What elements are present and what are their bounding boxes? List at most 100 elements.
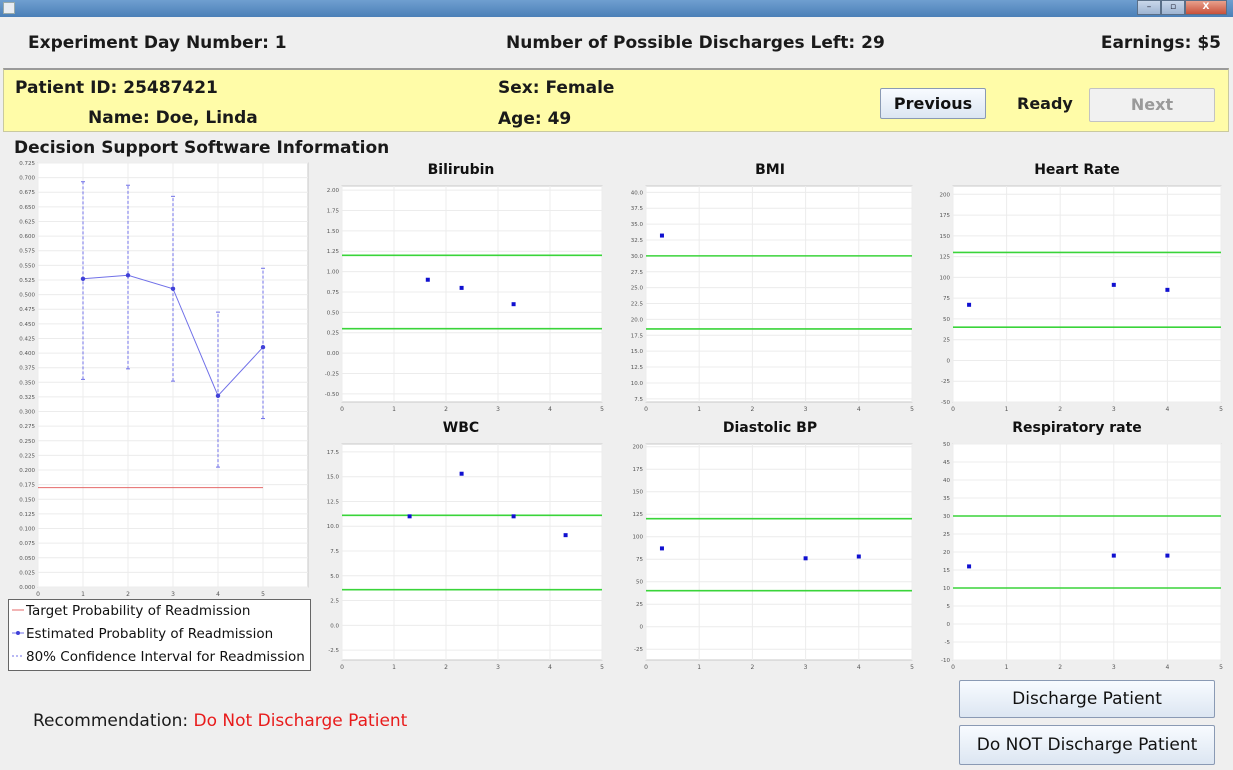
data-point: [459, 471, 464, 476]
main-0-x-tick-label: 3: [171, 591, 175, 598]
chart-6-y-tick-label: 0: [947, 622, 951, 628]
chart-5-y-tick-label: 25: [636, 602, 643, 608]
data-point: [967, 564, 972, 569]
data-point: [967, 302, 972, 307]
patient-id: Patient ID: 25487421: [15, 78, 218, 98]
chart-1-y-tick-label: -0.50: [325, 392, 340, 398]
legend-item-target: Target Probability of Readmission: [12, 601, 250, 621]
legend-estimated-label: Estimated Probablity of Readmission: [26, 626, 274, 642]
main-0-y-tick-label: 0.025: [19, 570, 35, 576]
ci-line-swatch: [12, 655, 24, 657]
main-0-y-tick-label: 0.075: [19, 541, 35, 547]
chart-1-x-tick-label: 1: [392, 406, 396, 413]
chart-1-x-tick-label: 3: [496, 406, 500, 413]
chart-6-x-tick-label: 5: [1219, 664, 1223, 671]
chart-3-y-tick-label: -50: [941, 400, 950, 406]
main-0-y-tick-label: 0.475: [19, 307, 35, 313]
main-0-y-tick-label: 0.375: [19, 366, 35, 372]
chart-5-x-tick-label: 1: [697, 664, 701, 671]
chart-3-y-tick-label: 0: [947, 358, 951, 364]
chart-2-x-tick-label: 1: [697, 406, 701, 413]
discharges-left: Number of Possible Discharges Left: 29: [506, 33, 885, 53]
chart-6-x-tick-label: 0: [951, 664, 955, 671]
chart-2-x-tick-label: 2: [750, 406, 754, 413]
chart-1-x-tick-label: 2: [444, 406, 448, 413]
chart-4-y-tick-label: 17.5: [327, 450, 340, 456]
chart-5-y-tick-label: 50: [636, 580, 643, 586]
chart-2-y-tick-label: 17.5: [631, 333, 644, 339]
window-controls: – ▫ X: [1137, 0, 1227, 16]
chart-5-y-tick-label: 125: [633, 512, 644, 518]
main-0-y-tick-label: 0.450: [19, 322, 35, 328]
earnings: Earnings: $5: [1100, 33, 1221, 53]
main-0-y-tick-label: 0.725: [19, 161, 35, 167]
main-0-y-tick-label: 0.050: [19, 556, 35, 562]
chart-1-y-tick-label: 2.00: [327, 188, 340, 194]
chart-1-y-tick-label: 1.75: [327, 208, 340, 214]
main-0-x-tick-label: 4: [216, 591, 220, 598]
status-label: Ready: [1017, 94, 1073, 113]
experiment-day: Experiment Day Number: 1: [28, 33, 287, 53]
chart-6-y-tick-label: 5: [947, 604, 951, 610]
main-0-y-tick-label: 0.550: [19, 263, 35, 269]
chart-2-y-tick-label: 22.5: [631, 302, 644, 308]
wbc-title: WBC: [442, 420, 480, 436]
chart-3-y-tick-label: 125: [940, 255, 951, 261]
chart-5-y-tick-label: 150: [633, 490, 644, 496]
main-0-y-tick-label: 0.500: [19, 293, 35, 299]
chart-4-y-tick-label: 15.0: [327, 475, 340, 481]
chart-5-y-tick-label: 200: [633, 445, 644, 451]
chart-2-y-tick-label: 27.5: [631, 270, 644, 276]
recommendation: Recommendation: Do Not Discharge Patient: [33, 711, 407, 731]
chart-6-y-tick-label: 40: [943, 478, 950, 484]
main-0-x-tick-label: 2: [126, 591, 130, 598]
chart-1-plot-area: [341, 185, 603, 403]
chart-4-x-tick-label: 2: [444, 664, 448, 671]
main-0-y-tick-label: 0.100: [19, 527, 35, 533]
maximize-button[interactable]: ▫: [1161, 0, 1185, 15]
minimize-button[interactable]: –: [1137, 0, 1161, 15]
chart-2-y-tick-label: 7.5: [634, 397, 643, 403]
chart-6-y-tick-label: 30: [943, 514, 950, 520]
data-point: [659, 233, 664, 238]
chart-4-x-tick-label: 5: [600, 664, 604, 671]
discharge-patient-button[interactable]: Discharge Patient: [959, 680, 1215, 718]
legend-ci-label: 80% Confidence Interval for Readmission: [26, 649, 305, 665]
main-0-y-tick-label: 0.400: [19, 351, 35, 357]
respiratory-rate-title: Respiratory rate: [1012, 420, 1142, 436]
bilirubin-title: Bilirubin: [427, 162, 495, 178]
main-0-y-tick-label: 0.225: [19, 453, 35, 459]
next-button[interactable]: Next: [1089, 88, 1215, 122]
chart-4-x-tick-label: 3: [496, 664, 500, 671]
chart-5-x-tick-label: 2: [750, 664, 754, 671]
chart-4-y-tick-label: 7.5: [330, 549, 339, 555]
chart-5-y-tick-label: 75: [636, 557, 643, 563]
wbc-chart: 0 1 2 3 4 5 -2.5 0.0 2.5 5.0 7.5 10.0 12.5 15.0 17.5: [327, 443, 604, 671]
main-0-x-tick-label: 0: [36, 591, 40, 598]
chart-3-x-tick-label: 4: [1165, 406, 1169, 413]
chart-2-y-tick-label: 40.0: [631, 190, 644, 196]
chart-2-x-tick-label: 4: [857, 406, 861, 413]
close-button[interactable]: X: [1185, 0, 1227, 15]
chart-6-x-tick-label: 1: [1005, 664, 1009, 671]
chart-1-x-tick-label: 5: [600, 406, 604, 413]
respiratory-rate-chart: 0 1 2 3 4 5-10-505101520253035404550: [941, 442, 1223, 671]
do-not-discharge-button[interactable]: Do NOT Discharge Patient: [959, 725, 1215, 765]
previous-button[interactable]: Previous: [880, 88, 986, 119]
recommendation-value: Do Not Discharge Patient: [193, 711, 408, 731]
data-point: [407, 514, 412, 519]
main-0-y-tick-label: 0.150: [19, 497, 35, 503]
chart-5-y-tick-label: 0: [640, 625, 644, 631]
data-point: [1111, 282, 1116, 287]
chart-2-y-tick-label: 25.0: [631, 286, 644, 292]
chart-5-x-tick-label: 4: [857, 664, 861, 671]
chart-3-y-tick-label: 50: [943, 317, 950, 323]
readmission-chart: 0 1 2 3 4 5 0.000 0.025 0.050 0.075 0.100 0.125 0.15…: [19, 161, 309, 598]
data-point: [1165, 553, 1170, 558]
recommendation-label: Recommendation:: [33, 711, 189, 731]
data-point: [425, 277, 430, 282]
heart-rate-title: Heart Rate: [1034, 162, 1120, 178]
data-point: [459, 285, 464, 290]
chart-4-y-tick-label: 2.5: [330, 599, 339, 605]
chart-6-y-tick-label: 20: [943, 550, 950, 556]
